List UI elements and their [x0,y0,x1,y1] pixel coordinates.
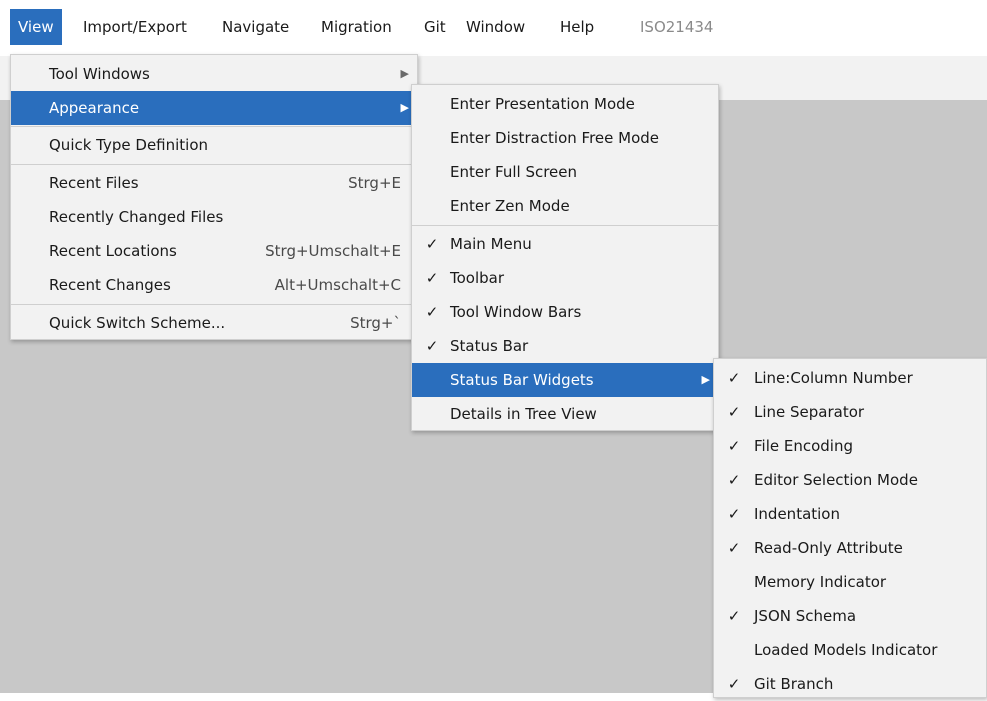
menu-item-quick-switch-scheme[interactable]: Quick Switch Scheme... Strg+` [11,306,417,340]
check-icon: ✓ [727,539,741,557]
menu-item-label: Enter Full Screen [450,163,578,181]
menu-item-label: Recent Files [49,174,139,192]
menu-item-status-bar[interactable]: ✓ Status Bar [412,329,718,363]
menu-separator [412,225,718,226]
menu-item-enter-distraction-free-mode[interactable]: Enter Distraction Free Mode [412,121,718,155]
menu-item-recent-files[interactable]: Recent Files Strg+E [11,166,417,200]
menu-item-label: Quick Type Definition [49,136,209,154]
menu-item-loaded-models-indicator[interactable]: Loaded Models Indicator [714,633,986,667]
menu-item-shortcut: Alt+Umschalt+C [274,276,401,294]
project-name: ISO21434 [640,18,714,36]
menu-item-label: Tool Windows [49,65,150,83]
menu-item-line-column-number[interactable]: ✓ Line:Column Number [714,361,986,395]
menu-item-line-separator[interactable]: ✓ Line Separator [714,395,986,429]
menu-item-main-menu[interactable]: ✓ Main Menu [412,227,718,261]
menu-item-label: Enter Distraction Free Mode [450,129,660,147]
menu-item-label: File Encoding [754,437,853,455]
menu-item-shortcut: Strg+Umschalt+E [265,242,401,260]
view-menu: Tool Windows ▶ Appearance ▶ Quick Type D… [10,54,418,340]
appearance-submenu: Enter Presentation Mode Enter Distractio… [411,84,719,431]
menu-item-recently-changed-files[interactable]: Recently Changed Files [11,200,417,234]
menu-item-git-branch[interactable]: ✓ Git Branch [714,667,986,701]
menu-item-enter-full-screen[interactable]: Enter Full Screen [412,155,718,189]
menu-item-quick-type-definition[interactable]: Quick Type Definition [11,128,417,162]
status-bar-widgets-submenu: ✓ Line:Column Number ✓ Line Separator ✓ … [713,358,987,698]
check-icon: ✓ [727,675,741,693]
menu-item-label: Line Separator [754,403,865,421]
menu-item-memory-indicator[interactable]: Memory Indicator [714,565,986,599]
menu-item-label: Recent Locations [49,242,177,260]
menu-item-status-bar-widgets[interactable]: Status Bar Widgets ▶ [412,363,718,397]
menu-item-tool-windows[interactable]: Tool Windows ▶ [11,57,417,91]
menu-navigate[interactable]: Navigate [214,9,297,45]
menu-item-indentation[interactable]: ✓ Indentation [714,497,986,531]
menu-item-label: Quick Switch Scheme... [49,314,226,332]
menu-separator [11,126,417,127]
menu-item-label: Line:Column Number [754,369,913,387]
menu-migration[interactable]: Migration [313,9,400,45]
menu-item-label: Git Branch [754,675,834,693]
check-icon: ✓ [425,303,439,321]
menu-item-toolbar[interactable]: ✓ Toolbar [412,261,718,295]
menu-item-label: Enter Presentation Mode [450,95,635,113]
check-icon: ✓ [727,369,741,387]
menu-git[interactable]: Git [416,9,454,45]
menu-item-label: Main Menu [450,235,532,253]
menu-window[interactable]: Window [458,9,533,45]
menu-item-file-encoding[interactable]: ✓ File Encoding [714,429,986,463]
menu-item-label: Toolbar [450,269,505,287]
menu-separator [11,304,417,305]
menu-separator [11,164,417,165]
menu-view[interactable]: View [10,9,62,45]
check-icon: ✓ [727,505,741,523]
menu-item-recent-locations[interactable]: Recent Locations Strg+Umschalt+E [11,234,417,268]
menu-item-read-only-attribute[interactable]: ✓ Read-Only Attribute [714,531,986,565]
check-icon: ✓ [727,471,741,489]
menu-help[interactable]: Help [552,9,602,45]
menu-item-details-in-tree-view[interactable]: Details in Tree View [412,397,718,431]
menu-item-label: Status Bar [450,337,529,355]
menu-item-label: Recently Changed Files [49,208,224,226]
menu-item-label: Enter Zen Mode [450,197,570,215]
submenu-arrow-icon: ▶ [400,101,409,114]
menu-import-export[interactable]: Import/Export [75,9,195,45]
menu-item-label: JSON Schema [754,607,857,625]
menu-item-editor-selection-mode[interactable]: ✓ Editor Selection Mode [714,463,986,497]
menu-item-enter-zen-mode[interactable]: Enter Zen Mode [412,189,718,223]
menu-item-label: Memory Indicator [754,573,887,591]
check-icon: ✓ [727,437,741,455]
check-icon: ✓ [727,607,741,625]
menu-item-recent-changes[interactable]: Recent Changes Alt+Umschalt+C [11,268,417,302]
check-icon: ✓ [727,403,741,421]
menu-item-shortcut: Strg+` [350,314,401,332]
menu-bar: View Import/Export Navigate Migration Gi… [0,0,987,56]
menu-item-tool-window-bars[interactable]: ✓ Tool Window Bars [412,295,718,329]
menu-item-label: Tool Window Bars [450,303,582,321]
menu-item-appearance[interactable]: Appearance ▶ [11,91,417,125]
check-icon: ✓ [425,269,439,287]
menu-item-label: Appearance [49,99,140,117]
menu-item-enter-presentation-mode[interactable]: Enter Presentation Mode [412,87,718,121]
menu-item-label: Read-Only Attribute [754,539,903,557]
submenu-arrow-icon: ▶ [400,67,409,80]
check-icon: ✓ [425,337,439,355]
submenu-arrow-icon: ▶ [701,373,710,386]
menu-item-shortcut: Strg+E [348,174,401,192]
menu-item-label: Loaded Models Indicator [754,641,938,659]
menu-item-label: Status Bar Widgets [450,371,594,389]
menu-item-label: Details in Tree View [450,405,597,423]
check-icon: ✓ [425,235,439,253]
menu-item-json-schema[interactable]: ✓ JSON Schema [714,599,986,633]
menu-item-label: Indentation [754,505,840,523]
menu-item-label: Recent Changes [49,276,171,294]
menu-item-label: Editor Selection Mode [754,471,918,489]
